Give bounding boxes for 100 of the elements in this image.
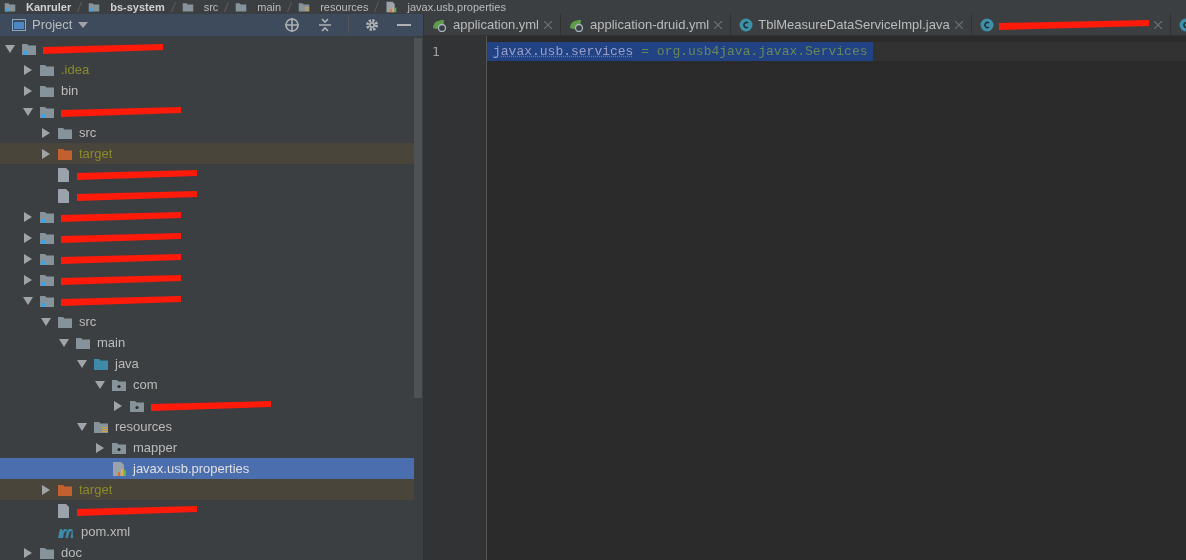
expanded-arrow-icon[interactable]	[5, 43, 15, 54]
folder-icon	[57, 125, 73, 140]
expanded-arrow-icon[interactable]	[23, 106, 33, 117]
properties-file-icon	[385, 1, 398, 13]
tree-row[interactable]: pom.xml	[0, 521, 414, 542]
collapsed-arrow-icon[interactable]	[41, 127, 51, 138]
file-icon	[57, 502, 71, 519]
resources-folder-icon	[298, 1, 311, 13]
module-folder-icon	[4, 1, 16, 13]
collapsed-arrow-icon[interactable]	[41, 148, 51, 159]
separator-icon	[170, 2, 176, 12]
tree-item-label: bin	[61, 81, 79, 100]
expanded-arrow-icon[interactable]	[95, 379, 105, 390]
folder-icon	[57, 146, 73, 161]
collapsed-arrow-icon[interactable]	[23, 547, 33, 558]
module-folder-icon	[39, 251, 55, 266]
tree-row[interactable]: src	[0, 122, 414, 143]
tree-row[interactable]: mapper	[0, 437, 414, 458]
editor-tab[interactable]: application.yml	[424, 14, 561, 35]
folder-icon	[39, 62, 55, 77]
folder-icon	[39, 545, 55, 560]
project-window-icon	[12, 19, 26, 31]
tree-item-label: src	[79, 123, 97, 142]
collapsed-arrow-icon[interactable]	[23, 64, 33, 75]
collapsed-arrow-icon[interactable]	[23, 211, 33, 222]
expanded-arrow-icon[interactable]	[41, 316, 51, 327]
tree-item-label: target	[79, 144, 113, 163]
package-folder-icon	[111, 440, 127, 455]
minimize-icon[interactable]	[397, 23, 411, 27]
class-icon	[979, 17, 994, 32]
panel-title[interactable]: Project	[32, 15, 73, 35]
breadcrumb-item[interactable]: resources	[320, 1, 369, 13]
scrollbar[interactable]	[414, 38, 422, 398]
module-folder-icon	[39, 104, 55, 119]
expanded-arrow-icon[interactable]	[23, 295, 33, 306]
close-icon[interactable]	[954, 20, 963, 29]
breadcrumb-item[interactable]: src	[203, 1, 219, 13]
class-icon	[739, 17, 754, 32]
settings-icon[interactable]	[365, 18, 379, 32]
collapsed-arrow-icon[interactable]	[23, 253, 33, 264]
tree-row[interactable]: resources	[0, 416, 414, 437]
tree-row[interactable]: main	[0, 332, 414, 353]
tree-row[interactable]: javax.usb.properties	[0, 458, 414, 479]
folder-icon	[57, 314, 73, 329]
separator-icon	[287, 2, 293, 12]
tree-row[interactable]: bin	[0, 80, 414, 101]
tree-item-label: com	[133, 375, 158, 394]
tree-item-label: mapper	[133, 438, 178, 457]
collapsed-arrow-icon[interactable]	[23, 85, 33, 96]
line-number: 1	[431, 43, 441, 61]
tree-item-label: src	[79, 312, 97, 331]
tree-row[interactable]: com	[0, 374, 414, 395]
module-folder-icon	[39, 209, 55, 224]
tree-row[interactable]: src	[0, 311, 414, 332]
collapsed-arrow-icon[interactable]	[41, 484, 51, 495]
collapse-all-icon[interactable]	[318, 17, 332, 33]
resources-folder-icon	[93, 419, 109, 434]
module-folder-icon	[21, 41, 37, 56]
breadcrumb-item[interactable]: bs-system	[110, 1, 165, 13]
editor-tab[interactable]: TblMeasureDataServiceImpl.java	[731, 14, 972, 35]
dropdown-icon[interactable]	[78, 22, 89, 28]
folder-icon	[75, 335, 91, 350]
collapsed-arrow-icon[interactable]	[95, 442, 105, 453]
collapsed-arrow-icon[interactable]	[23, 232, 33, 243]
tree-item-label: target	[79, 480, 113, 499]
source-folder-icon	[93, 356, 109, 371]
leaf-gear-icon	[569, 17, 585, 32]
breadcrumb-item[interactable]: Kanruler	[26, 1, 72, 13]
editor-tab[interactable]: application-druid.yml	[561, 14, 732, 35]
tree-item-label: doc	[61, 543, 82, 560]
close-icon[interactable]	[1153, 20, 1162, 29]
leaf-gear-icon	[432, 17, 448, 32]
tree-item-label: pom.xml	[81, 522, 131, 541]
tree-item-label: main	[97, 333, 126, 352]
collapsed-arrow-icon[interactable]	[23, 274, 33, 285]
tree-item-label: javax.usb.properties	[133, 459, 250, 478]
close-icon[interactable]	[544, 20, 552, 29]
module-folder-icon	[88, 1, 101, 13]
module-folder-icon	[39, 230, 55, 245]
target-icon[interactable]	[284, 17, 300, 33]
breadcrumb-item[interactable]: javax.usb.properties	[407, 1, 506, 13]
file-icon	[57, 187, 71, 204]
close-icon[interactable]	[714, 20, 723, 29]
expanded-arrow-icon[interactable]	[77, 421, 87, 432]
tree-item-label: java	[115, 354, 139, 373]
expanded-arrow-icon[interactable]	[59, 337, 69, 348]
separator-icon	[374, 2, 380, 12]
properties-file-icon	[111, 460, 127, 477]
separator-icon	[224, 2, 230, 12]
tree-item-label: resources	[115, 417, 173, 436]
folder-icon	[39, 83, 55, 98]
tree-row[interactable]: java	[0, 353, 414, 374]
expanded-arrow-icon[interactable]	[77, 358, 87, 369]
tree-row[interactable]: .idea	[0, 59, 414, 80]
separator-icon	[77, 2, 83, 12]
folder-icon	[57, 482, 73, 497]
collapsed-arrow-icon[interactable]	[113, 400, 123, 411]
tree-row[interactable]: doc	[0, 542, 414, 560]
breadcrumb-item[interactable]: main	[257, 1, 282, 13]
package-folder-icon	[129, 398, 145, 413]
